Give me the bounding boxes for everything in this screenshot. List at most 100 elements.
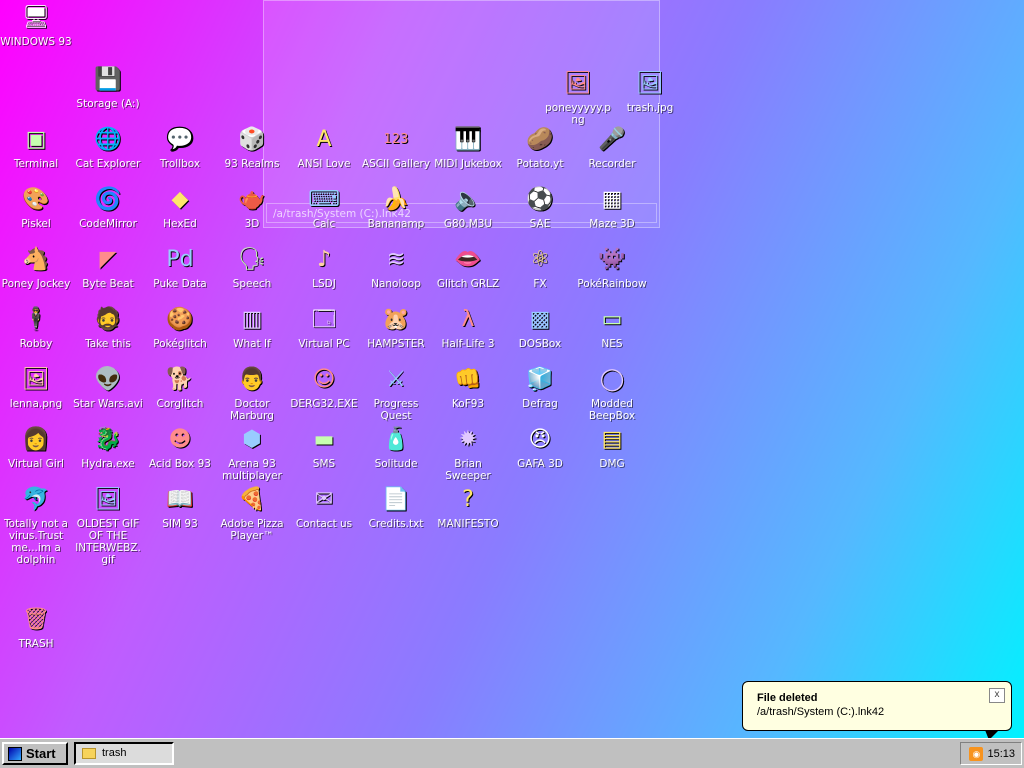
desktop-icon[interactable]: 🧊 Defrag	[504, 364, 576, 410]
desktop-icon[interactable]: ⬢ Arena 93 multiplayer	[216, 424, 288, 482]
desktop-icon[interactable]: λ Half-Life 3	[432, 304, 504, 350]
folder-icon	[82, 748, 96, 759]
desktop-icon[interactable]: 🖥 WINDOWS 93	[0, 2, 72, 48]
desktop-icon-label: poneyyyyy.png	[545, 102, 611, 126]
desktop-icon[interactable]: ◆ HexEd	[144, 184, 216, 230]
desktop-icon[interactable]: ☻ Acid Box 93	[144, 424, 216, 470]
app-icon: 👄	[454, 247, 482, 272]
desktop-icon[interactable]: 🎤 Recorder	[576, 124, 648, 170]
desktop-icon[interactable]: 🌀 CodeMirror	[72, 184, 144, 230]
desktop-icon-label: TRASH	[18, 638, 54, 650]
desktop-icon[interactable]: ▥ What If	[216, 304, 288, 350]
system-tray: ◉ 15:13	[960, 742, 1022, 765]
desktop-icon[interactable]: A ANSI Love	[288, 124, 360, 170]
desktop-icon-label: Acid Box 93	[149, 458, 211, 470]
desktop-icon[interactable]: 🔈 G80.M3U	[432, 184, 504, 230]
desktop-icon[interactable]: 😠 GAFA 3D	[504, 424, 576, 470]
desktop-icon[interactable]: 🎨 Piskel	[0, 184, 72, 230]
app-icon: ⚔	[386, 367, 406, 392]
desktop-icon[interactable]: 👾 PokéRainbow	[576, 244, 648, 290]
desktop-icon[interactable]: 🧔 Take this	[72, 304, 144, 350]
desktop-icon[interactable]: ≋ Nanoloop	[360, 244, 432, 290]
app-icon: A	[316, 127, 332, 152]
desktop-icon[interactable]: 📖 SIM 93	[144, 484, 216, 530]
app-icon: 🌐	[94, 127, 122, 152]
desktop-icon[interactable]: 🗣 Speech	[216, 244, 288, 290]
desktop-icon-label: Modded BeepBox	[588, 398, 636, 422]
desktop-icon[interactable]: 👊 KoF93	[432, 364, 504, 410]
desktop-icon[interactable]: 123 ASCII Gallery	[360, 124, 432, 170]
app-icon: ?	[462, 487, 474, 512]
desktop-icon[interactable]: 🍪 Pokéglitch	[144, 304, 216, 350]
close-icon[interactable]: x	[989, 688, 1005, 703]
desktop-icon-label: Maze 3D	[589, 218, 635, 230]
app-icon: 🎹	[454, 127, 482, 152]
desktop-icon[interactable]: 🐴 Poney Jockey	[0, 244, 72, 290]
app-icon: ▭	[601, 307, 623, 332]
desktop-icon[interactable]: 🗑 TRASH	[0, 604, 72, 650]
desktop-icon[interactable]: 🐉 Hydra.exe	[72, 424, 144, 470]
desktop-icon[interactable]: 💬 Trollbox	[144, 124, 216, 170]
desktop-icon[interactable]: ▩ DOSBox	[504, 304, 576, 350]
desktop-icon-label: PokéRainbow	[577, 278, 647, 290]
desktop-icon[interactable]: 🍕 Adobe Pizza Player™	[216, 484, 288, 542]
desktop-icon[interactable]: ⚽ SAE	[504, 184, 576, 230]
desktop-icon[interactable]: 👩 Virtual Girl	[0, 424, 72, 470]
desktop-icon[interactable]: ⚛ FX	[504, 244, 576, 290]
desktop-icon[interactable]: 🫖 3D	[216, 184, 288, 230]
app-icon: ▩	[529, 307, 551, 332]
desktop-icon[interactable]: 🐹 HAMPSTER	[360, 304, 432, 350]
desktop-icon[interactable]: ♪ LSDJ	[288, 244, 360, 290]
task-button-trash[interactable]: trash	[74, 742, 174, 765]
desktop-icon[interactable]: ◤ Byte Beat	[72, 244, 144, 290]
desktop-icon-label: DMG	[599, 458, 625, 470]
desktop-icon[interactable]: ◯ Modded BeepBox	[576, 364, 648, 422]
app-icon: 🐕	[166, 367, 194, 392]
desktop-icon[interactable]: 🖼 OLDEST GIF OF THE INTERWEBZ.gif	[72, 484, 144, 566]
desktop-icon[interactable]: 🍌 Bananamp	[360, 184, 432, 230]
app-icon: 🖥	[22, 5, 50, 30]
desktop-icon[interactable]: 🧴 Solitude	[360, 424, 432, 470]
desktop-icon[interactable]: 🐬 Totally not a virus.Trust me...im a dol…	[0, 484, 72, 566]
desktop-icon[interactable]: Pd Puke Data	[144, 244, 216, 290]
app-icon: 👾	[598, 247, 626, 272]
desktop-icon[interactable]: 🖼 trash.jpg	[614, 68, 686, 114]
desktop-icon[interactable]: 👽 Star Wars.avi	[72, 364, 144, 410]
app-icon: ▤	[601, 427, 623, 452]
app-icon: 🔈	[454, 187, 482, 212]
app-icon: 🧴	[382, 427, 410, 452]
desktop-icon-label: ASCII Gallery	[361, 158, 431, 170]
desktop-icon[interactable]: ▣ Terminal	[0, 124, 72, 170]
desktop-icon[interactable]: 💾 Storage (A:)	[72, 64, 144, 110]
desktop-icon[interactable]: 🥔 Potato.yt	[504, 124, 576, 170]
desktop-icon[interactable]: 🎲 93 Realms	[216, 124, 288, 170]
rss-icon[interactable]: ◉	[969, 746, 984, 761]
desktop-icon[interactable]: 👨 Doctor Marburg	[216, 364, 288, 422]
desktop-icon-label: Speech	[232, 278, 272, 290]
desktop-icon[interactable]: 🌐 Cat Explorer	[72, 124, 144, 170]
desktop-icon[interactable]: 👄 Glitch GRLZ	[432, 244, 504, 290]
desktop-icon[interactable]: 🕴 Robby	[0, 304, 72, 350]
app-icon: 🌀	[94, 187, 122, 212]
desktop-icon[interactable]: ⌨ Calc	[288, 184, 360, 230]
desktop-icon[interactable]: ▤ DMG	[576, 424, 648, 470]
desktop-icon[interactable]: 🎹 MIDI Jukebox	[432, 124, 504, 170]
desktop-icon[interactable]: 🐕 Corglitch	[144, 364, 216, 410]
desktop-icon[interactable]: ▬ SMS	[288, 424, 360, 470]
desktop-icon[interactable]: 🗔 Virtual PC	[288, 304, 360, 350]
desktop-icon[interactable]: ✉ Contact us	[288, 484, 360, 530]
desktop-icon[interactable]: ? MANIFESTO	[432, 484, 504, 530]
app-icon: ✹	[458, 427, 478, 452]
app-icon: 👊	[454, 367, 482, 392]
desktop-icon[interactable]: ☺ DERG32.EXE	[288, 364, 360, 410]
desktop-icon-label: SIM 93	[162, 518, 198, 530]
start-button[interactable]: Start	[2, 742, 68, 765]
desktop-icon[interactable]: ▭ NES	[576, 304, 648, 350]
desktop-icon[interactable]: ✹ Brian Sweeper	[432, 424, 504, 482]
desktop-icon[interactable]: ▦ Maze 3D	[576, 184, 648, 230]
desktop-icon[interactable]: ⚔ Progress Quest	[360, 364, 432, 422]
desktop-icon[interactable]: 🖼 lenna.png	[0, 364, 72, 410]
desktop-icon[interactable]: 📄 Credits.txt	[360, 484, 432, 530]
desktop-icon-label: Potato.yt	[516, 158, 564, 170]
desktop-icon[interactable]: 🖼 poneyyyyy.png	[542, 68, 614, 126]
